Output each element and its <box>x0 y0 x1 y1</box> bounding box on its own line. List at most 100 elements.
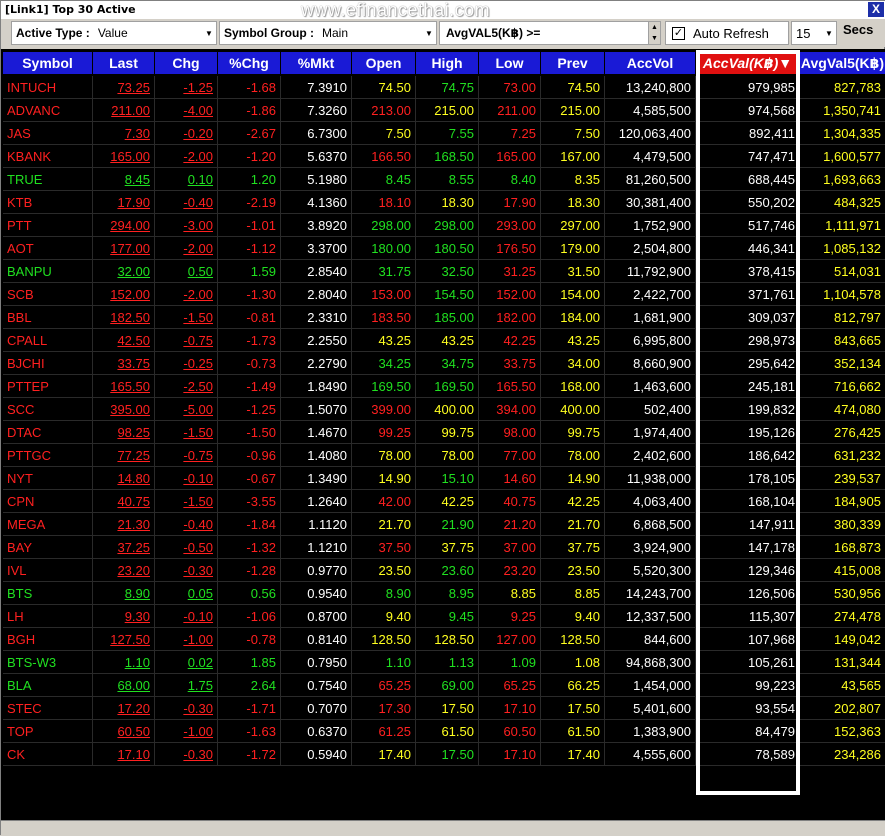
cell-symbol[interactable]: BAY <box>3 536 93 559</box>
cell-symbol[interactable]: SCB <box>3 283 93 306</box>
table-row[interactable]: TRUE 8.45 0.10 1.20 5.1980 8.45 8.55 8.40 8.35 81… <box>1 168 885 191</box>
refresh-seconds-select[interactable]: 15 ▼ <box>791 21 837 45</box>
cell-chg[interactable]: -0.50 <box>155 536 218 559</box>
table-row[interactable]: KTB 17.90 -0.40 -2.19 4.1360 18.10 18.30 17.90 1… <box>1 191 885 214</box>
column-header-open[interactable]: Open <box>352 52 416 74</box>
cell-symbol[interactable]: PTTEP <box>3 375 93 398</box>
symbol-group-select[interactable]: Symbol Group : Main ▼ <box>219 21 437 45</box>
cell-chg[interactable]: -0.30 <box>155 559 218 582</box>
cell-symbol[interactable]: TRUE <box>3 168 93 191</box>
cell-last[interactable]: 60.50 <box>93 720 155 743</box>
column-header-prev[interactable]: Prev <box>541 52 605 74</box>
cell-symbol[interactable]: ADVANC <box>3 99 93 122</box>
table-row[interactable]: LH 9.30 -0.10 -1.06 0.8700 9.40 9.45 9.25 9.40 12… <box>1 605 885 628</box>
cell-last[interactable]: 395.00 <box>93 398 155 421</box>
cell-symbol[interactable]: NYT <box>3 467 93 490</box>
cell-last[interactable]: 40.75 <box>93 490 155 513</box>
cell-chg[interactable]: 0.10 <box>155 168 218 191</box>
dropdown-arrow-icon[interactable]: ▼ <box>822 29 836 38</box>
cell-last[interactable]: 152.00 <box>93 283 155 306</box>
auto-refresh-toggle[interactable]: ✓ Auto Refresh <box>665 21 789 45</box>
cell-chg[interactable]: -2.00 <box>155 237 218 260</box>
cell-last[interactable]: 165.00 <box>93 145 155 168</box>
auto-refresh-checkbox[interactable]: ✓ <box>672 26 685 40</box>
cell-last[interactable]: 73.25 <box>93 76 155 99</box>
cell-symbol[interactable]: JAS <box>3 122 93 145</box>
cell-symbol[interactable]: PTTGC <box>3 444 93 467</box>
cell-last[interactable]: 7.30 <box>93 122 155 145</box>
cell-chg[interactable]: -0.30 <box>155 697 218 720</box>
cell-last[interactable]: 37.25 <box>93 536 155 559</box>
table-row[interactable]: INTUCH 73.25 -1.25 -1.68 7.3910 74.50 74.75 73.… <box>1 76 885 99</box>
table-row[interactable]: BTS-W3 1.10 0.02 1.85 0.7950 1.10 1.13 1.09 1.08… <box>1 651 885 674</box>
cell-last[interactable]: 294.00 <box>93 214 155 237</box>
table-row[interactable]: BTS 8.90 0.05 0.56 0.9540 8.90 8.95 8.85 8.85 14,… <box>1 582 885 605</box>
table-row[interactable]: CPN 40.75 -1.50 -3.55 1.2640 42.00 42.25 40.75 4… <box>1 490 885 513</box>
cell-chg[interactable]: -1.50 <box>155 306 218 329</box>
cell-chg[interactable]: -4.00 <box>155 99 218 122</box>
table-row[interactable]: JAS 7.30 -0.20 -2.67 6.7300 7.50 7.55 7.25 7.50 1… <box>1 122 885 145</box>
close-button[interactable]: X <box>868 2 884 17</box>
cell-last[interactable]: 42.50 <box>93 329 155 352</box>
cell-symbol[interactable]: BTS <box>3 582 93 605</box>
cell-chg[interactable]: 0.02 <box>155 651 218 674</box>
cell-last[interactable]: 165.50 <box>93 375 155 398</box>
cell-symbol[interactable]: BJCHI <box>3 352 93 375</box>
cell-symbol[interactable]: KTB <box>3 191 93 214</box>
cell-symbol[interactable]: AOT <box>3 237 93 260</box>
cell-symbol[interactable]: PTT <box>3 214 93 237</box>
column-header-symbol[interactable]: Symbol <box>3 52 93 74</box>
cell-last[interactable]: 17.90 <box>93 191 155 214</box>
cell-symbol[interactable]: CPALL <box>3 329 93 352</box>
cell-chg[interactable]: -2.00 <box>155 283 218 306</box>
column-header-accval[interactable]: AccVal(K฿)▼ <box>696 52 800 74</box>
table-row[interactable]: BGH 127.50 -1.00 -0.78 0.8140 128.50 128.50 127… <box>1 628 885 651</box>
cell-symbol[interactable]: TOP <box>3 720 93 743</box>
cell-chg[interactable]: -1.00 <box>155 628 218 651</box>
horizontal-scrollbar[interactable] <box>1 820 885 836</box>
cell-symbol[interactable]: SCC <box>3 398 93 421</box>
cell-last[interactable]: 17.20 <box>93 697 155 720</box>
table-row[interactable]: BJCHI 33.75 -0.25 -0.73 2.2790 34.25 34.75 33.7… <box>1 352 885 375</box>
table-row[interactable]: CPALL 42.50 -0.75 -1.73 2.2550 43.25 43.25 42.2… <box>1 329 885 352</box>
cell-chg[interactable]: -1.00 <box>155 720 218 743</box>
table-row[interactable]: TOP 60.50 -1.00 -1.63 0.6370 61.25 61.50 60.50 6… <box>1 720 885 743</box>
table-row[interactable]: NYT 14.80 -0.10 -0.67 1.3490 14.90 15.10 14.60 1… <box>1 467 885 490</box>
cell-last[interactable]: 8.90 <box>93 582 155 605</box>
avgval5-filter[interactable]: AvgVAL5(K฿) >= ▲ ▼ <box>439 21 661 45</box>
table-row[interactable]: BAY 37.25 -0.50 -1.32 1.1210 37.50 37.75 37.00 3… <box>1 536 885 559</box>
cell-symbol[interactable]: BANPU <box>3 260 93 283</box>
table-row[interactable]: AOT 177.00 -2.00 -1.12 3.3700 180.00 180.50 176… <box>1 237 885 260</box>
cell-symbol[interactable]: MEGA <box>3 513 93 536</box>
cell-last[interactable]: 177.00 <box>93 237 155 260</box>
cell-last[interactable]: 98.25 <box>93 421 155 444</box>
table-row[interactable]: IVL 23.20 -0.30 -1.28 0.9770 23.50 23.60 23.20 2… <box>1 559 885 582</box>
cell-symbol[interactable]: IVL <box>3 559 93 582</box>
cell-last[interactable]: 127.50 <box>93 628 155 651</box>
cell-chg[interactable]: -1.25 <box>155 76 218 99</box>
table-row[interactable]: BLA 68.00 1.75 2.64 0.7540 65.25 69.00 65.25 66.… <box>1 674 885 697</box>
cell-symbol[interactable]: CK <box>3 743 93 766</box>
cell-last[interactable]: 9.30 <box>93 605 155 628</box>
column-header-last[interactable]: Last <box>93 52 155 74</box>
table-row[interactable]: STEC 17.20 -0.30 -1.71 0.7070 17.30 17.50 17.10… <box>1 697 885 720</box>
dropdown-arrow-icon[interactable]: ▼ <box>422 29 436 38</box>
cell-symbol[interactable]: CPN <box>3 490 93 513</box>
cell-chg[interactable]: -5.00 <box>155 398 218 421</box>
cell-chg[interactable]: -0.30 <box>155 743 218 766</box>
cell-chg[interactable]: -0.75 <box>155 444 218 467</box>
cell-symbol[interactable]: STEC <box>3 697 93 720</box>
cell-symbol[interactable]: LH <box>3 605 93 628</box>
column-header-accvol[interactable]: AccVol <box>605 52 696 74</box>
cell-symbol[interactable]: BTS-W3 <box>3 651 93 674</box>
table-row[interactable]: SCB 152.00 -2.00 -1.30 2.8040 153.00 154.50 152… <box>1 283 885 306</box>
table-row[interactable]: PTTEP 165.50 -2.50 -1.49 1.8490 169.50 169.50 1… <box>1 375 885 398</box>
cell-symbol[interactable]: BGH <box>3 628 93 651</box>
cell-chg[interactable]: -1.50 <box>155 421 218 444</box>
dropdown-arrow-icon[interactable]: ▼ <box>202 29 216 38</box>
cell-last[interactable]: 68.00 <box>93 674 155 697</box>
table-row[interactable]: SCC 395.00 -5.00 -1.25 1.5070 399.00 400.00 394… <box>1 398 885 421</box>
table-row[interactable]: KBANK 165.00 -2.00 -1.20 5.6370 166.50 168.50 1… <box>1 145 885 168</box>
cell-last[interactable]: 211.00 <box>93 99 155 122</box>
cell-chg[interactable]: -2.00 <box>155 145 218 168</box>
